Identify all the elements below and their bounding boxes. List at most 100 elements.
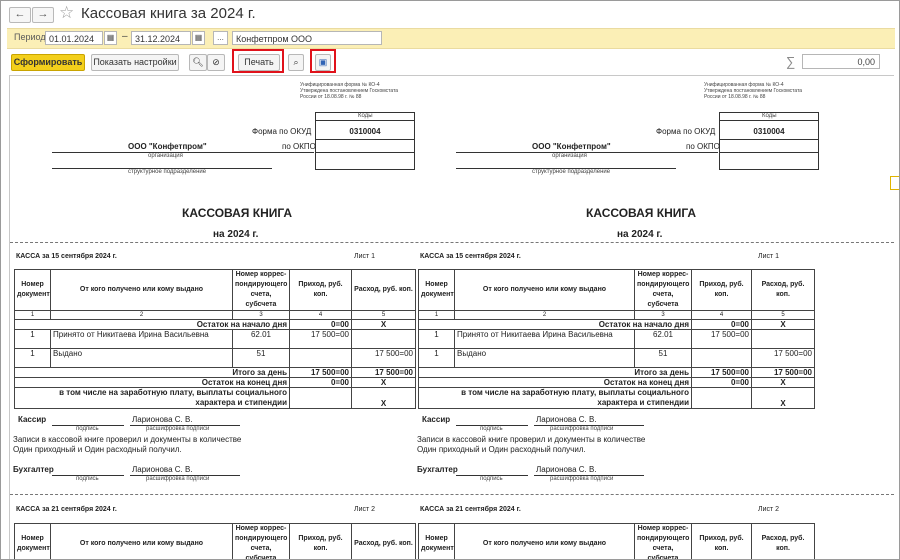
show-settings-button[interactable]: Показать настройки <box>91 54 179 71</box>
column-header: Номер коррес-пондирующего счета, субсчет… <box>232 523 290 559</box>
salary-expense: X <box>751 387 815 409</box>
salary-row: в том числе на заработную плату, выплаты… <box>14 387 416 409</box>
print-button[interactable]: Печать <box>238 54 280 71</box>
signature-caption: подпись <box>480 476 503 482</box>
account: 62.01 <box>232 329 290 339</box>
favorite-star-icon[interactable]: ☆ <box>59 4 74 22</box>
book-year: на 2024 г. <box>213 229 259 240</box>
sum-field[interactable]: 0,00 <box>802 54 880 69</box>
column-number: 4 <box>289 310 352 320</box>
arrow-left-icon: ← <box>14 8 26 20</box>
calendar-icon: ▦ <box>194 33 203 42</box>
salary-label: в том числе на заработную плату, выплаты… <box>418 387 692 409</box>
calendar-to-button[interactable]: ▦ <box>192 31 205 45</box>
column-number: 4 <box>691 310 752 320</box>
doc-number: 1 <box>418 329 455 339</box>
column-header: Расход, руб. коп. <box>751 523 815 559</box>
divider <box>52 152 314 153</box>
forward-button[interactable]: → <box>32 7 54 23</box>
period-bar: Период: 01.01.2024 ▦ – 31.12.2024 ▦ ... … <box>7 28 895 49</box>
column-number: 3 <box>232 310 290 320</box>
day-header: КАССА за 21 сентября 2024 г. <box>16 506 117 513</box>
search-button[interactable]: 🔍︎ <box>189 54 207 71</box>
table-header-row: Номер документа От кого получено или ком… <box>418 269 815 311</box>
column-header: Номер документа <box>14 269 51 311</box>
column-header: От кого получено или кому выдано <box>50 269 233 311</box>
doc-number: 1 <box>14 329 51 339</box>
back-button[interactable]: ← <box>9 7 31 23</box>
column-number: 1 <box>418 310 455 320</box>
decoding-caption: расшифровка подписи <box>550 476 614 482</box>
report-window: ← → ☆ Кассовая книга за 2024 г. Период: … <box>0 0 900 560</box>
day-header: КАССА за 21 сентября 2024 г. <box>420 506 521 513</box>
records-text-line2: Один приходный и Один расходный получил. <box>417 445 586 454</box>
records-text-line1: Записи в кассовой книге проверил и докум… <box>13 435 242 444</box>
division-caption: структурное подразделение <box>532 169 611 175</box>
total-expense: 17 500=00 <box>351 367 416 378</box>
organization-input[interactable]: Конфетпром ООО <box>232 31 382 45</box>
column-header: Приход, руб. коп. <box>691 523 752 559</box>
counterparty: Выдано <box>50 348 233 358</box>
day-header: КАССА за 15 сентября 2024 г. <box>16 253 117 260</box>
salary-label: в том числе на заработную плату, выплаты… <box>14 387 290 409</box>
organization-name: ООО "Конфетпром" <box>128 142 207 151</box>
preview-icon: ⌕ <box>293 57 299 67</box>
column-number-row: 1 2 3 4 5 <box>14 310 416 320</box>
organization-caption: организация <box>552 153 587 159</box>
income <box>691 348 752 358</box>
total-row: Итого за день 17 500=00 17 500=00 <box>418 367 815 378</box>
arrow-right-icon: → <box>37 8 49 20</box>
search-icon: 🔍︎ <box>192 57 204 67</box>
table-row-spacer <box>418 339 815 349</box>
okud-label: Форма по ОКУД <box>656 127 716 136</box>
accountant-label: Бухгалтер <box>417 465 458 474</box>
okud-code: 0310004 <box>349 127 381 136</box>
column-number-row: 1 2 3 4 5 <box>418 310 815 320</box>
period-from-input[interactable]: 01.01.2024 <box>45 31 103 45</box>
total-label: Итого за день <box>418 367 692 378</box>
closing-expense: X <box>751 377 815 388</box>
calendar-from-button[interactable]: ▦ <box>104 31 117 45</box>
decoding-caption: расшифровка подписи <box>146 426 210 432</box>
counterparty: Принято от Никитаева Ирина Васильевна <box>454 329 635 339</box>
generate-button[interactable]: Сформировать <box>11 54 85 71</box>
form-header-note: Унифицированная форма № КО-4 Утверждена … <box>300 82 399 100</box>
save-button[interactable]: ▣ <box>315 54 331 71</box>
opening-balance-row: Остаток на начало дня 0=00 X <box>14 319 416 330</box>
organization-name: ООО "Конфетпром" <box>532 142 611 151</box>
decoding-caption: расшифровка подписи <box>146 476 210 482</box>
closing-balance-row: Остаток на конец дня 0=00 X <box>418 377 815 388</box>
spreadsheet-document[interactable]: Унифицированная форма № КО-4 Утверждена … <box>9 75 894 559</box>
total-row: Итого за день 17 500=00 17 500=00 <box>14 367 416 378</box>
save-icon: ▣ <box>318 57 328 67</box>
total-label: Итого за день <box>14 367 290 378</box>
records-text-line2: Один приходный и Один расходный получил. <box>13 445 182 454</box>
opening-balance-row: Остаток на начало дня 0=00 X <box>418 319 815 330</box>
column-header: Номер документа <box>418 523 455 559</box>
search-clear-button[interactable]: ⊘ <box>207 54 225 71</box>
column-header: Расход, руб. коп. <box>351 523 416 559</box>
income: 17 500=00 <box>691 329 752 339</box>
page-break-line <box>10 494 894 495</box>
table-row: 1 Выдано 51 17 500=00 <box>418 348 815 358</box>
total-expense: 17 500=00 <box>751 367 815 378</box>
period-select-button[interactable]: ... <box>213 31 228 45</box>
income <box>289 348 352 358</box>
preview-button[interactable]: ⌕ <box>288 54 304 71</box>
okpo-label: по ОКПО <box>282 142 316 151</box>
table-row-spacer <box>14 339 416 349</box>
period-to-input[interactable]: 31.12.2024 <box>131 31 191 45</box>
column-header: От кого получено или кому выдано <box>454 523 635 559</box>
cash-book-left-page: Унифицированная форма № КО-4 Утверждена … <box>10 76 416 559</box>
scroll-marker[interactable] <box>890 176 899 190</box>
table-row-spacer <box>418 358 815 368</box>
organization-caption: организация <box>148 153 183 159</box>
closing-expense: X <box>351 377 416 388</box>
decoding-caption: расшифровка подписи <box>550 426 614 432</box>
account: 51 <box>634 348 692 358</box>
opening-balance-label: Остаток на начало дня <box>14 319 290 330</box>
divider <box>315 152 415 153</box>
table-header-row: Номер документа От кого получено или ком… <box>14 269 416 311</box>
opening-expense: X <box>751 319 815 330</box>
doc-number: 1 <box>14 348 51 358</box>
